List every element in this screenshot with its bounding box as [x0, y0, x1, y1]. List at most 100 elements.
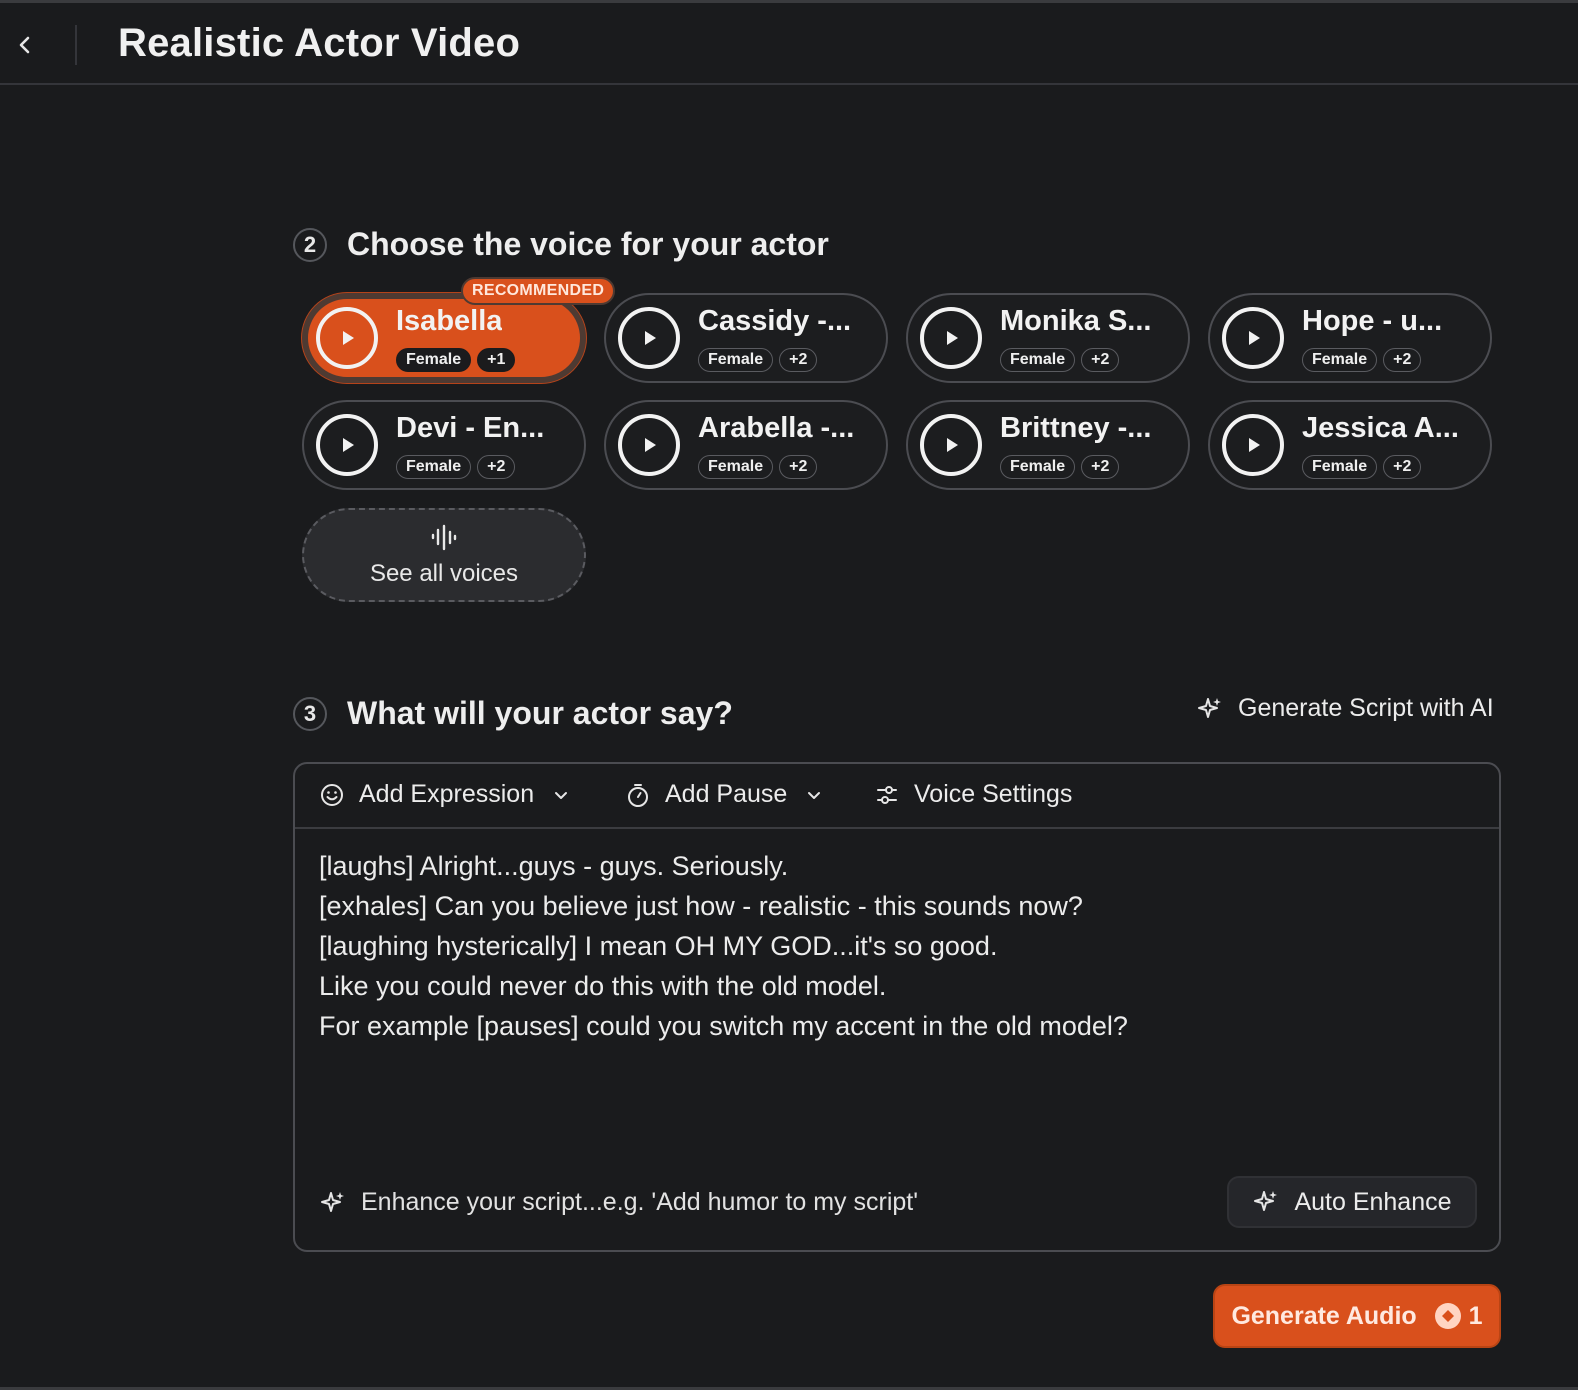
see-all-voices-label: See all voices	[369, 560, 519, 587]
voice-card[interactable]: Hope - u... Female +2	[1208, 293, 1492, 383]
voice-tag: +2	[1383, 348, 1422, 372]
generate-audio-button[interactable]: Generate Audio 1	[1213, 1284, 1501, 1348]
step-number: 2	[293, 227, 327, 262]
voice-settings-label: Voice Settings	[914, 780, 1073, 808]
voice-tags: Female +2	[1000, 348, 1120, 372]
voice-name: Hope - u...	[1302, 305, 1443, 337]
enhance-input[interactable]: Enhance your script...e.g. 'Add humor to…	[319, 1188, 918, 1217]
voice-tag: +2	[1081, 455, 1120, 479]
header: Realistic Actor Video	[0, 3, 1578, 85]
voice-tags: Female +2	[396, 455, 516, 479]
enhance-placeholder: Enhance your script...e.g. 'Add humor to…	[361, 1188, 919, 1216]
back-button[interactable]	[8, 25, 42, 65]
sparkle-icon	[321, 1191, 344, 1212]
voice-name: Jessica A...	[1302, 412, 1459, 444]
stopwatch-icon	[628, 783, 648, 807]
generate-audio-label: Generate Audio	[1231, 1301, 1417, 1330]
play-icon	[947, 331, 958, 345]
voice-tags: Female +2	[698, 348, 818, 372]
play-icon	[947, 438, 958, 452]
page-title: Realistic Actor Video	[118, 21, 521, 65]
voice-tag: +2	[477, 455, 516, 479]
sliders-icon	[877, 785, 897, 804]
add-pause-label: Add Pause	[665, 780, 788, 808]
add-pause-dropdown[interactable]: Add Pause	[625, 780, 823, 809]
auto-enhance-label: Auto Enhance	[1294, 1187, 1452, 1216]
voice-card[interactable]: Devi - En... Female +2	[302, 400, 586, 490]
play-button[interactable]	[920, 414, 982, 476]
voice-tag: Female	[1302, 455, 1378, 479]
voice-name: Monika S...	[1000, 305, 1152, 337]
voice-name: Isabella	[396, 305, 503, 337]
play-icon	[343, 331, 354, 345]
play-icon	[645, 331, 656, 345]
voice-tag: +2	[779, 455, 818, 479]
voice-tag: Female	[396, 348, 472, 372]
voice-tags: Female +2	[1302, 348, 1422, 372]
waveform-icon	[431, 524, 457, 551]
script-step-heading: 3 What will your actor say?	[293, 695, 733, 732]
voice-tag: Female	[698, 455, 774, 479]
chevron-left-icon	[19, 36, 30, 54]
voice-name: Brittney -...	[1000, 412, 1152, 444]
voice-tags: Female +2	[1302, 455, 1422, 479]
script-line: Like you could never do this with the ol…	[319, 971, 887, 1001]
add-expression-dropdown[interactable]: Add Expression	[319, 780, 570, 809]
recommended-badge: RECOMMENDED	[461, 277, 616, 305]
voice-card[interactable]: Brittney -... Female +2	[906, 400, 1190, 490]
section-title: What will your actor say?	[347, 695, 733, 731]
script-line: [laughing hysterically] I mean OH MY GOD…	[319, 931, 998, 961]
voice-step-heading: 2 Choose the voice for your actor	[293, 226, 829, 263]
voice-tag: +2	[1383, 455, 1422, 479]
play-icon	[1249, 331, 1260, 345]
editor-toolbar: Add Expression Add Pause Voice Settings	[295, 764, 1499, 829]
script-line: [exhales] Can you believe just how - rea…	[319, 891, 1083, 921]
chevron-down-icon	[555, 791, 568, 799]
generate-script-ai-button[interactable]: Generate Script with AI	[1196, 694, 1494, 723]
play-button[interactable]	[316, 307, 378, 369]
step-number: 3	[293, 696, 327, 731]
voice-tag: Female	[698, 348, 774, 372]
auto-enhance-button[interactable]: Auto Enhance	[1227, 1176, 1477, 1228]
voice-tags: Female +2	[1000, 455, 1120, 479]
script-line: [laughs] Alright...guys - guys. Seriousl…	[319, 851, 789, 881]
voice-settings-button[interactable]: Voice Settings	[874, 780, 1072, 809]
voice-tag: +2	[779, 348, 818, 372]
voice-name: Devi - En...	[396, 412, 545, 444]
play-icon	[343, 438, 354, 452]
chevron-down-icon	[808, 791, 821, 799]
add-expression-label: Add Expression	[359, 780, 535, 808]
play-button[interactable]	[920, 307, 982, 369]
voice-tag: Female	[1000, 455, 1076, 479]
script-textarea[interactable]: [laughs] Alright...guys - guys. Seriousl…	[319, 846, 1459, 1126]
voice-tag: Female	[1000, 348, 1076, 372]
play-icon	[1249, 438, 1260, 452]
voice-card[interactable]: Monika S... Female +2	[906, 293, 1190, 383]
play-button[interactable]	[618, 414, 680, 476]
voice-tags: Female +1	[396, 348, 516, 372]
voice-card[interactable]: Cassidy -... Female +2	[604, 293, 888, 383]
credit-icon	[1434, 1303, 1461, 1329]
sparkle-icon	[1198, 697, 1221, 718]
play-button[interactable]	[1222, 307, 1284, 369]
voice-tag: Female	[396, 455, 472, 479]
play-button[interactable]	[1222, 414, 1284, 476]
voice-name: Cassidy -...	[698, 305, 852, 337]
play-icon	[645, 438, 656, 452]
see-all-voices-button[interactable]: See all voices	[302, 508, 586, 602]
voice-tag: +2	[1081, 348, 1120, 372]
voice-card[interactable]: Isabella Female +1 RECOMMENDED	[302, 277, 616, 383]
voice-tag: +1	[477, 348, 516, 372]
script-line: For example [pauses] could you switch my…	[319, 1011, 1128, 1041]
play-button[interactable]	[316, 414, 378, 476]
generate-script-ai-label: Generate Script with AI	[1238, 694, 1494, 722]
voice-name: Arabella -...	[698, 412, 855, 444]
play-button[interactable]	[618, 307, 680, 369]
voice-card[interactable]: Arabella -... Female +2	[604, 400, 888, 490]
credit-count: 1	[1468, 1301, 1483, 1330]
voice-card[interactable]: Jessica A... Female +2	[1208, 400, 1492, 490]
section-title: Choose the voice for your actor	[347, 226, 829, 262]
sparkle-icon	[1254, 1191, 1278, 1211]
smiley-icon	[321, 783, 343, 806]
header-divider	[75, 25, 77, 65]
